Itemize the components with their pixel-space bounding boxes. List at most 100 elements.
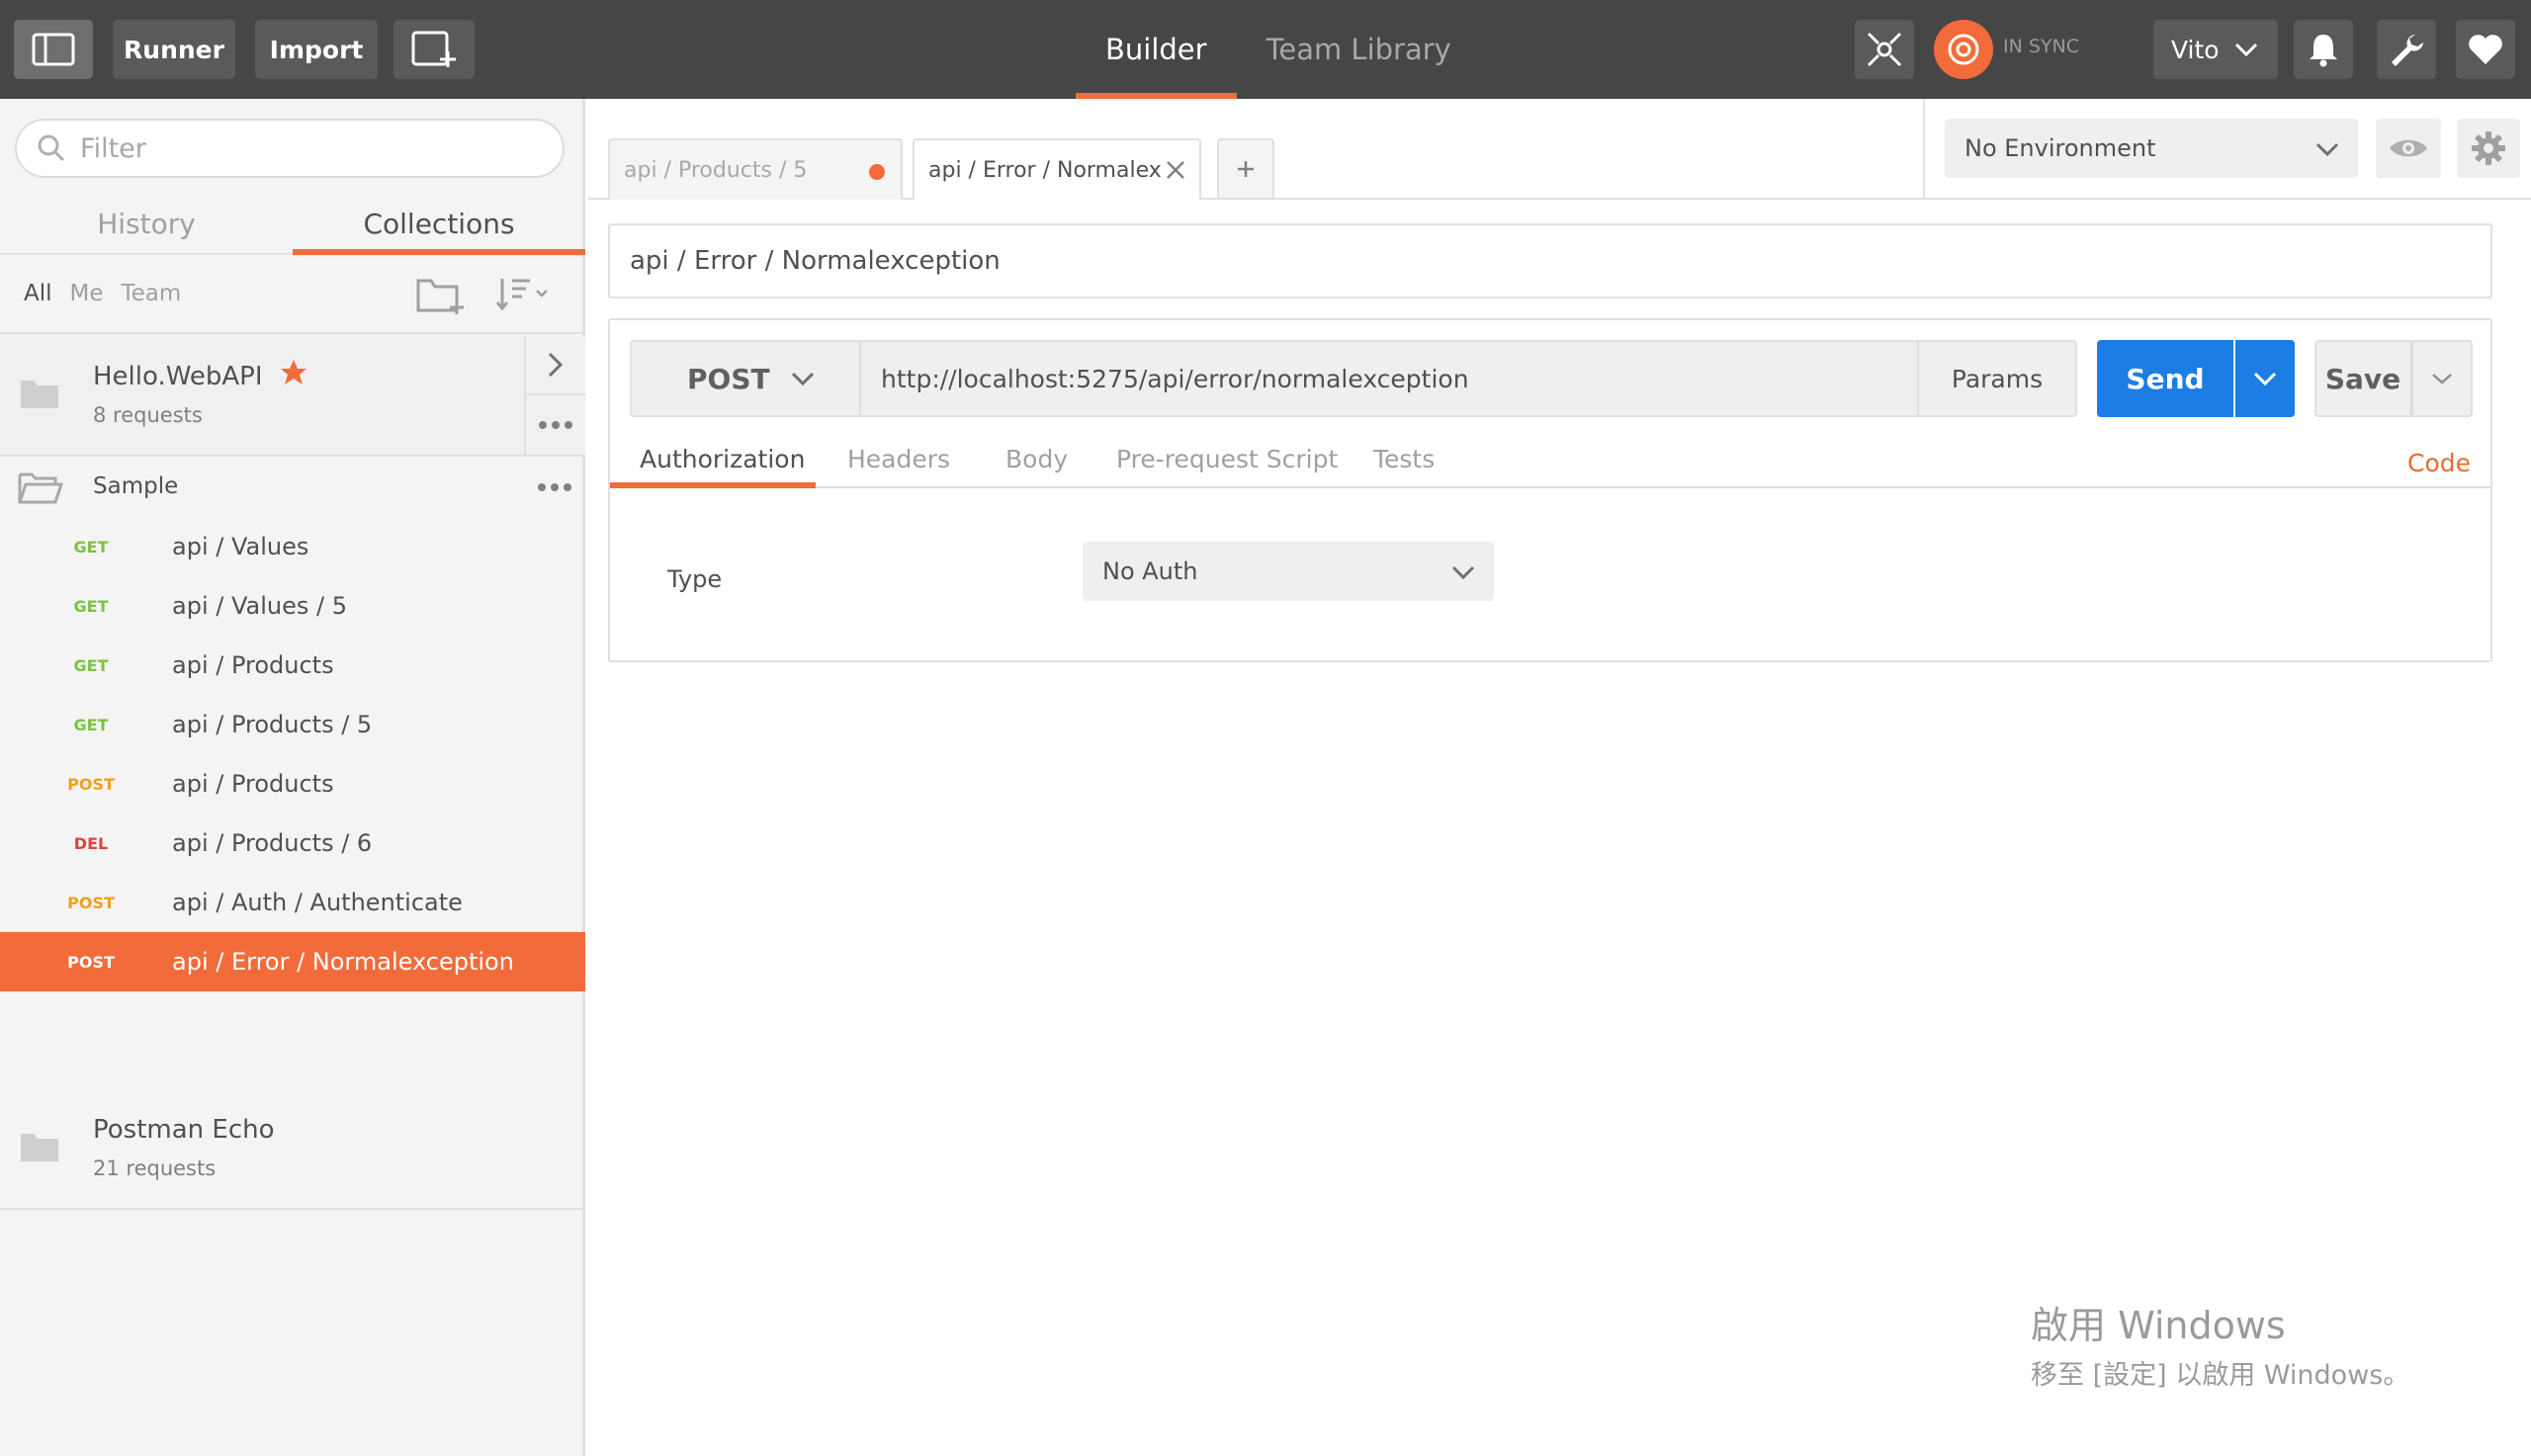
collection-postman-echo[interactable]: Postman Echo 21 requests: [0, 1089, 585, 1210]
params-label: Params: [1951, 364, 2044, 393]
request-item[interactable]: GET api / Values / 5: [0, 576, 585, 636]
request-item-active[interactable]: POST api / Error / Normalexception: [0, 932, 585, 991]
request-name: api / Values: [172, 533, 309, 560]
collection-more-button[interactable]: [526, 395, 585, 455]
request-name: api / Error / Normalexception: [172, 948, 514, 976]
sync-icon: [1948, 34, 1979, 65]
heart-button[interactable]: [2456, 20, 2515, 79]
method-badge: GET: [73, 715, 109, 734]
import-label: Import: [269, 35, 364, 64]
tab-body[interactable]: Body: [1005, 445, 1068, 473]
tab-team-library[interactable]: Team Library: [1237, 0, 1481, 99]
request-tab[interactable]: api / Products / 5: [608, 138, 903, 200]
auth-type-label: Type: [667, 565, 723, 593]
gear-icon: [2472, 131, 2505, 165]
folder-sample[interactable]: Sample: [0, 457, 585, 518]
sidebar-icon: [32, 33, 75, 66]
expand-collection-button[interactable]: [526, 336, 585, 395]
request-name: api / Values / 5: [172, 592, 347, 620]
tab-history[interactable]: History: [0, 194, 293, 253]
params-button[interactable]: Params: [1917, 340, 2077, 417]
save-options-button[interactable]: [2411, 340, 2473, 417]
wrench-icon: [2392, 35, 2423, 66]
request-item[interactable]: POST api / Products: [0, 754, 585, 814]
sort-icon[interactable]: [494, 273, 554, 316]
chevron-down-icon: [2315, 142, 2339, 157]
new-collection-icon[interactable]: [415, 273, 467, 316]
tab-headers[interactable]: Headers: [847, 445, 950, 473]
environment-select[interactable]: No Environment: [1945, 119, 2358, 178]
folder-icon: [21, 1134, 58, 1161]
main-panel: api / Products / 5 api / Error / Normale…: [588, 99, 2531, 1456]
method-badge: GET: [73, 655, 109, 675]
more-dots-icon[interactable]: [537, 482, 572, 492]
chevron-down-icon: [2432, 374, 2452, 385]
runner-label: Runner: [124, 35, 224, 64]
sidebar: History Collections All Me Team Hello.We…: [0, 99, 585, 1456]
add-tab-button[interactable]: [1217, 138, 1274, 198]
interceptor-button[interactable]: [1855, 20, 1914, 79]
chevron-down-icon: [2253, 372, 2277, 386]
sidebar-toggle-button[interactable]: [14, 20, 93, 79]
chevron-right-icon: [548, 352, 564, 378]
user-menu-button[interactable]: Vito: [2153, 20, 2278, 79]
folder-name: Sample: [93, 473, 179, 499]
open-folder-icon: [18, 472, 63, 504]
runner-button[interactable]: Runner: [113, 20, 235, 79]
star-icon[interactable]: [279, 358, 308, 387]
request-name: api / Auth / Authenticate: [172, 889, 463, 916]
filter-all[interactable]: All: [24, 281, 52, 306]
tab-tests[interactable]: Tests: [1373, 445, 1435, 473]
manage-environments-button[interactable]: [2457, 119, 2520, 178]
request-item[interactable]: GET api / Products: [0, 636, 585, 695]
tab-builder[interactable]: Builder: [1076, 0, 1237, 99]
request-name: api / Products / 6: [172, 829, 373, 857]
request-item[interactable]: GET api / Products / 5: [0, 695, 585, 754]
filter-input[interactable]: [80, 132, 525, 164]
request-tab-label: api / Products / 5: [624, 157, 808, 183]
save-button[interactable]: Save: [2314, 340, 2411, 417]
collection-count: 8 requests: [93, 403, 203, 427]
request-item[interactable]: GET api / Values: [0, 517, 585, 576]
top-bar: Runner Import Builder Team Library IN SY…: [0, 0, 2531, 99]
collection-count: 21 requests: [93, 1156, 217, 1180]
url-input[interactable]: http://localhost:5275/api/error/normalex…: [859, 340, 1917, 417]
import-button[interactable]: Import: [255, 20, 378, 79]
bell-icon: [2310, 35, 2337, 67]
sync-button[interactable]: [1934, 20, 1993, 79]
new-window-button[interactable]: [393, 20, 475, 79]
save-label: Save: [2324, 362, 2401, 395]
method-select[interactable]: POST: [630, 340, 859, 417]
close-icon[interactable]: [1166, 160, 1185, 180]
more-dots-icon: [539, 421, 572, 429]
auth-type-select[interactable]: No Auth: [1083, 542, 1494, 601]
watermark-subtitle: 移至 [設定] 以啟用 Windows。: [2031, 1360, 2410, 1391]
method-badge: GET: [73, 596, 109, 616]
tab-collections[interactable]: Collections: [293, 194, 585, 255]
tab-pre-request-script[interactable]: Pre-request Script: [1116, 445, 1338, 473]
collection-name: Postman Echo: [93, 1115, 275, 1145]
filter-me[interactable]: Me: [70, 281, 104, 306]
request-tab-active[interactable]: api / Error / Normalex: [913, 138, 1201, 200]
windows-activation-watermark: 啟用 Windows 移至 [設定] 以啟用 Windows。: [2031, 1295, 2409, 1392]
environment-quick-look-button[interactable]: [2376, 119, 2441, 178]
filter-team[interactable]: Team: [122, 281, 182, 306]
notifications-button[interactable]: [2294, 20, 2353, 79]
url-value: http://localhost:5275/api/error/normalex…: [881, 364, 1469, 393]
filter-box[interactable]: [15, 119, 565, 178]
method-badge: POST: [67, 774, 115, 794]
settings-button[interactable]: [2377, 20, 2436, 79]
new-window-icon: [411, 31, 456, 67]
watermark-title: 啟用 Windows: [2031, 1304, 2286, 1347]
sidebar-tabs: History Collections: [0, 194, 585, 255]
request-item[interactable]: DEL api / Products / 6: [0, 814, 585, 873]
send-options-button[interactable]: [2235, 340, 2295, 417]
collection-hello-webapi[interactable]: Hello.WebAPI 8 requests: [0, 336, 585, 457]
code-link[interactable]: Code: [2407, 449, 2471, 477]
chevron-down-icon: [791, 372, 814, 386]
request-item[interactable]: POST api / Auth / Authenticate: [0, 873, 585, 932]
tab-authorization[interactable]: Authorization: [640, 445, 805, 473]
send-button[interactable]: Send: [2097, 340, 2233, 417]
method-value: POST: [687, 362, 770, 395]
request-title[interactable]: api / Error / Normalexception: [608, 223, 2492, 299]
